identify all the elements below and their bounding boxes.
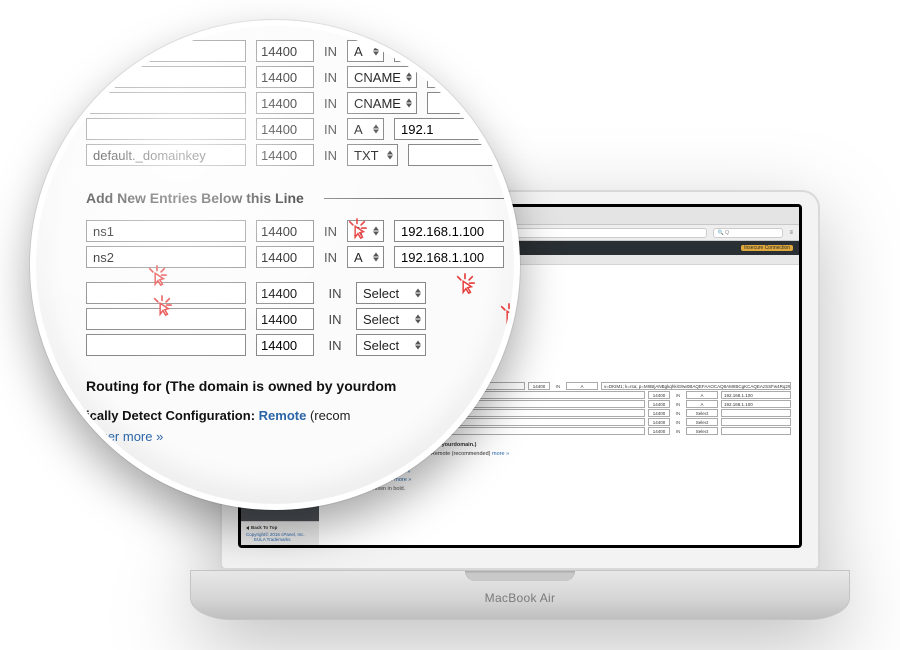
dns-type[interactable]: A (566, 382, 598, 390)
chevron-updown-icon (373, 125, 379, 134)
remote-link[interactable]: Remote (259, 408, 307, 423)
dns-ttl-input[interactable] (256, 282, 314, 304)
dns-value-input[interactable] (427, 66, 520, 88)
dns-class: IN (324, 70, 337, 85)
dns-type-select[interactable]: CNAME (347, 66, 417, 88)
chevron-updown-icon (373, 227, 379, 236)
dns-name-input[interactable] (86, 40, 246, 62)
dns-row: IN CNAME (86, 66, 504, 88)
dns-type-select[interactable]: Select (356, 334, 426, 356)
dns-value-input[interactable] (394, 220, 504, 242)
dns-class: IN (324, 148, 337, 163)
search-icon: 🔍 (717, 230, 723, 236)
dns-class: IN (324, 122, 337, 137)
dns-name-input[interactable] (86, 66, 246, 88)
back-to-top[interactable]: Back To Top (246, 525, 314, 530)
dns-value-input[interactable] (394, 118, 504, 140)
dns-class: IN (324, 286, 346, 301)
dns-class: IN (324, 44, 337, 59)
dns-type-select[interactable]: CNAME (347, 92, 417, 114)
device-label: MacBook Air (485, 591, 556, 605)
dns-value-input[interactable] (394, 246, 504, 268)
chevron-updown-icon (415, 315, 421, 324)
chevron-updown-icon (373, 253, 379, 262)
chevron-updown-icon (415, 341, 421, 350)
dns-name-input[interactable] (86, 220, 246, 242)
dns-value-input[interactable] (408, 144, 518, 166)
dns-row: IN A (86, 220, 504, 242)
dns-type-select[interactable]: TXT (347, 144, 398, 166)
dns-row: IN A (86, 40, 504, 62)
dns-class: IN (324, 312, 346, 327)
trademarks-link[interactable]: EULA Trademarks (254, 537, 314, 542)
laptop-base: MacBook Air (190, 570, 850, 620)
dns-type-select[interactable]: Select (356, 282, 426, 304)
dns-class: IN (324, 250, 337, 265)
sidebar-footer: Back To Top Copyright© 2016 cPanel, Inc.… (241, 521, 319, 545)
dns-type-select[interactable]: A (347, 118, 384, 140)
dns-type-select[interactable]: A (347, 246, 384, 268)
dns-class: IN (324, 96, 337, 111)
dns-row: IN A (86, 246, 504, 268)
dns-row: IN TXT (86, 144, 504, 166)
dns-ttl-input[interactable] (256, 118, 314, 140)
dns-ttl-input[interactable] (256, 144, 314, 166)
arrow-left-icon (246, 526, 249, 530)
dns-row: IN Select (86, 282, 504, 304)
dns-name-input[interactable] (86, 282, 246, 304)
auto-detect-line: ically Detect Configuration: Remote (rec… (86, 408, 504, 423)
dns-ttl-input[interactable] (256, 308, 314, 330)
dns-ttl-input[interactable] (256, 92, 314, 114)
add-new-heading: Add New Entries Below this Line (86, 190, 504, 206)
dns-name-input[interactable] (86, 118, 246, 140)
chevron-updown-icon (415, 289, 421, 298)
search-input[interactable]: 🔍 Q (713, 228, 783, 238)
magnifier-lens: IN A IN CNAME IN CNAME IN A IN TXT Add New Entrie… (30, 20, 520, 510)
chevron-updown-icon (406, 99, 412, 108)
dns-value-input[interactable] (394, 40, 504, 62)
dns-type-select[interactable]: A (347, 40, 384, 62)
dns-name-input[interactable] (86, 144, 246, 166)
dns-value[interactable]: v=DKIM1; k=rsa; p=MIIBIjANBgkqhkiG9w0BAQ… (601, 382, 791, 390)
dns-ttl-input[interactable] (256, 66, 314, 88)
menu-icon[interactable]: ≡ (789, 230, 793, 236)
dns-row: IN Select (86, 308, 504, 330)
dns-value-input[interactable] (427, 92, 520, 114)
chevron-updown-icon (406, 73, 412, 82)
dns-row: IN A (86, 118, 504, 140)
laptop-notch (465, 571, 575, 581)
dns-name-input[interactable] (86, 334, 246, 356)
dns-row: IN CNAME (86, 92, 504, 114)
more-link[interactable]: anger more » (86, 429, 504, 444)
chevron-updown-icon (373, 47, 379, 56)
dns-ttl-input[interactable] (256, 334, 314, 356)
dns-type-select[interactable]: Select (356, 308, 426, 330)
more-link[interactable]: r more » (68, 450, 504, 465)
dns-class: IN (324, 338, 346, 353)
dns-ttl[interactable]: 14400 (528, 382, 550, 390)
dns-ttl-input[interactable] (256, 246, 314, 268)
dns-name-input[interactable] (86, 246, 246, 268)
dns-ttl-input[interactable] (256, 220, 314, 242)
dns-name-input[interactable] (86, 92, 246, 114)
dns-ttl-input[interactable] (256, 40, 314, 62)
dns-class: IN (324, 224, 337, 239)
dns-name-input[interactable] (86, 308, 246, 330)
chevron-updown-icon (387, 151, 393, 160)
more-link[interactable]: more » (394, 477, 411, 483)
routing-heading: Routing for (The domain is owned by your… (86, 378, 504, 394)
zoom-content: IN A IN CNAME IN CNAME IN A IN TXT Add New Entrie… (86, 48, 504, 465)
dns-type-select[interactable]: A (347, 220, 384, 242)
insecure-badge[interactable]: Insecure Connection (741, 245, 793, 251)
dns-row: IN Select (86, 334, 504, 356)
